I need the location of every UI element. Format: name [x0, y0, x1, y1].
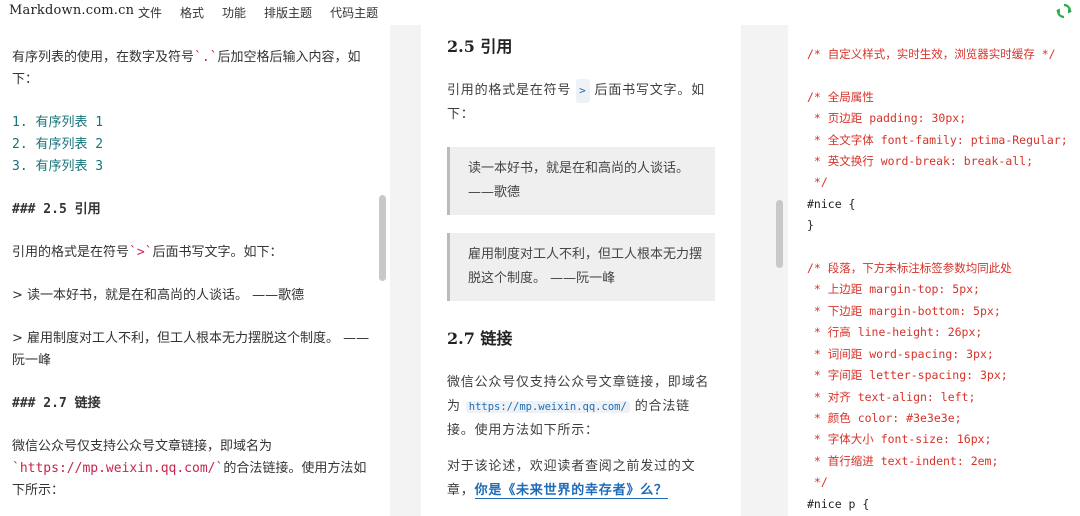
code-line: * 对齐 text-align: left;: [807, 389, 976, 404]
quote-desc-source: 引用的格式是在符号`>`后面书写文字。如下：: [12, 245, 283, 260]
code-line: /* 全局属性: [807, 89, 874, 104]
code-line: * 全文字体 font-family: ptima-Regular;: [807, 132, 1068, 147]
quote2-source: > 雇用制度对工人不利，但工人根本无力摆脱这个制度。 ——阮一峰: [12, 331, 370, 368]
editor-intro: 有序列表的使用，在数字及符号`.`后加空格后输入内容，如下：: [12, 50, 361, 87]
preview-pane: 2.5 引用 引用的格式是在符号 > 后面书写文字。如下： 读一本好书，就是在和…: [421, 25, 741, 516]
css-code: /* 自定义样式，实时生效，浏览器实时缓存 */ /* 全局属性 * 页边距 p…: [788, 25, 1080, 515]
heading-link-source: ### 2.7 链接: [12, 396, 101, 411]
code-line: #nice {: [807, 196, 856, 211]
code-line: * 首行缩进 text-indent: 2em;: [807, 453, 999, 468]
blockquote: 读一本好书，就是在和高尚的人谈话。 ——歌德: [447, 147, 715, 215]
list-item: 1. 有序列表 1: [12, 115, 104, 130]
menu-file[interactable]: 文件: [138, 4, 162, 21]
menu-bar: 文件 格式 功能 排版主题 代码主题: [138, 4, 396, 21]
blockquote: 雇用制度对工人不利，但工人根本无力摆脱这个制度。 ——阮一峰: [447, 233, 715, 301]
preview-heading-quote: 2.5 引用: [447, 37, 513, 56]
code-line: * 行高 line-height: 26px;: [807, 325, 983, 340]
code-line: #nice p {: [807, 496, 870, 511]
code-line: * 字体大小 font-size: 16px;: [807, 432, 992, 447]
code-line: * 页边距 padding: 30px;: [807, 111, 967, 126]
inline-code: >: [576, 79, 590, 103]
code-line: /* 自定义样式，实时生效，浏览器实时缓存 */: [807, 47, 1056, 61]
code-line: * 英文换行 word-break: break-all;: [807, 154, 1034, 169]
preview-link-desc: 微信公众号仅支持公众号文章链接，即域名为 https://mp.weixin.q…: [447, 375, 710, 438]
code-line: * 词间距 word-spacing: 3px;: [807, 346, 994, 361]
list-item: 3. 有序列表 3: [12, 159, 104, 174]
inline-code: `https://mp.weixin.qq.com/`: [12, 461, 224, 476]
css-editor[interactable]: /* 自定义样式，实时生效，浏览器实时缓存 */ /* 全局属性 * 页边距 p…: [788, 25, 1080, 516]
code-line: */: [807, 475, 828, 490]
top-nav: Markdown.com.cn 文件 格式 功能 排版主题 代码主题: [0, 0, 1080, 25]
code-line: }: [807, 218, 814, 233]
code-line: * 字间距 letter-spacing: 3px;: [807, 368, 1008, 383]
list-item: 2. 有序列表 2: [12, 137, 104, 152]
menu-code-theme[interactable]: 代码主题: [330, 4, 378, 21]
sync-icon[interactable]: [1056, 3, 1072, 19]
code-line: * 上边距 margin-top: 5px;: [807, 282, 980, 297]
heading-quote-source: ### 2.5 引用: [12, 202, 101, 217]
markdown-editor[interactable]: 有序列表的使用，在数字及符号`.`后加空格后输入内容，如下： 1. 有序列表 1…: [0, 25, 390, 516]
menu-function[interactable]: 功能: [222, 4, 246, 21]
menu-format[interactable]: 格式: [180, 4, 204, 21]
code-line: * 颜色 color: #3e3e3e;: [807, 410, 962, 425]
code-line: */: [807, 175, 828, 190]
brand-logo[interactable]: Markdown.com.cn: [9, 3, 134, 18]
preview-scrollbar[interactable]: [776, 200, 783, 268]
code-line: /* 段落，下方未标注标签参数均同此处: [807, 261, 1012, 276]
article-link[interactable]: 你是《未来世界的幸存者》么？: [474, 483, 668, 499]
inline-code: `.`: [194, 50, 218, 65]
ordered-list: 1. 有序列表 1 2. 有序列表 2 3. 有序列表 3: [12, 112, 378, 178]
link-desc-source: 微信公众号仅支持公众号文章链接，即域名为`https://mp.weixin.q…: [12, 439, 367, 498]
preview-heading-link: 2.7 链接: [447, 329, 513, 348]
inline-code: `>`: [129, 245, 153, 260]
editor-scrollbar[interactable]: [379, 195, 386, 281]
quote1-source: > 读一本好书，就是在和高尚的人谈话。 ——歌德: [12, 288, 305, 303]
menu-layout-theme[interactable]: 排版主题: [264, 4, 312, 21]
code-line: * 下边距 margin-bottom: 5px;: [807, 303, 1001, 318]
preview-more: 对于该论述，欢迎读者查阅之前发过的文章，你是《未来世界的幸存者》么？: [447, 459, 696, 499]
preview-quote-desc: 引用的格式是在符号 > 后面书写文字。如下：: [447, 79, 715, 127]
inline-code-url: https://mp.weixin.qq.com/: [465, 401, 630, 413]
